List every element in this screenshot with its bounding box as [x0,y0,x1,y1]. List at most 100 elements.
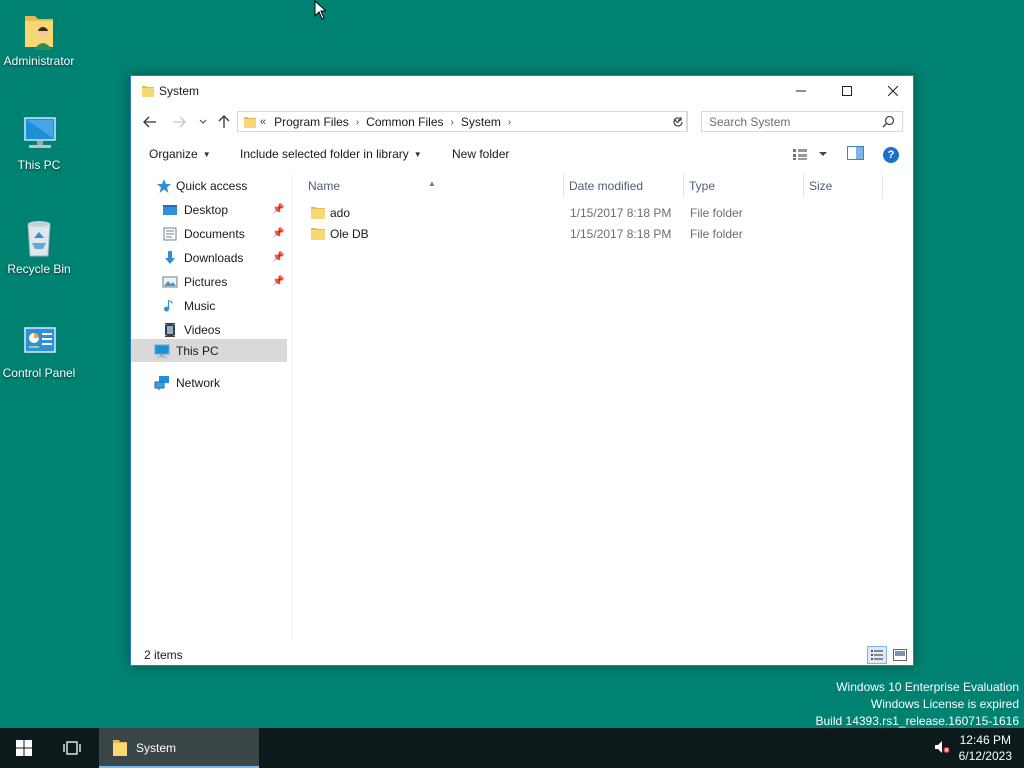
recent-locations-button[interactable] [193,112,213,132]
desktop-icon-recycle-bin[interactable]: Recycle Bin [0,218,79,276]
include-in-library-button[interactable]: Include selected folder in library ▼ [240,147,422,161]
address-bar[interactable]: « Program Files › Common Files › System … [237,111,687,132]
file-explorer-window[interactable]: System « Program Files › Common Files › … [130,75,914,666]
pin-icon[interactable]: 📌 [272,276,284,287]
refresh-button[interactable] [668,111,688,132]
minimize-button[interactable] [778,76,824,106]
preview-pane-button[interactable] [847,146,864,163]
organize-label: Organize [149,147,198,161]
nav-item-label: Pictures [184,274,228,289]
mouse-cursor-icon [314,0,328,23]
breadcrumb-item-system[interactable]: System [461,115,501,129]
desktop-icon-administrator[interactable]: Administrator [0,10,79,68]
windows-logo-icon [16,740,32,756]
desktop-icon-label: Administrator [3,54,75,68]
search-box[interactable] [701,111,903,132]
pin-icon[interactable]: 📌 [272,252,284,263]
nav-item-label: Quick access [176,178,248,193]
column-header-label: Date modified [569,179,644,193]
search-icon[interactable] [882,115,895,131]
column-header-label: Size [809,179,833,193]
taskbar-app-label: System [136,741,177,755]
computer-icon [19,114,59,154]
nav-item-label: Videos [184,322,221,337]
nav-item-videos[interactable]: Videos [131,318,287,341]
system-clock[interactable]: 12:46 PM 6/12/2023 [959,732,1012,764]
music-note-icon [164,299,173,311]
column-header-name[interactable]: Name ▲ [292,174,563,198]
desktop-icon-control-panel[interactable]: Control Panel [0,322,79,380]
folder-icon [113,740,127,756]
maximize-button[interactable] [824,76,870,106]
file-row[interactable]: Ole DB 1/15/2017 8:18 PM File folder [292,223,882,244]
pin-icon[interactable]: 📌 [272,228,284,239]
new-folder-button[interactable]: New folder [452,147,509,161]
network-icon [154,375,169,390]
column-header-size[interactable]: Size [804,174,882,198]
start-button[interactable] [0,728,48,768]
nav-item-quick-access[interactable]: Quick access [131,174,287,197]
taskbar-app-file-explorer[interactable]: System [99,728,259,768]
volume-muted-icon[interactable] [934,740,950,757]
file-type: File folder [690,227,743,241]
caret-down-icon: ▼ [413,150,422,159]
folder-icon [243,115,257,132]
chevron-right-icon[interactable]: › [356,117,359,128]
file-type: File folder [690,206,743,220]
desktop-icon-label: Recycle Bin [7,262,71,276]
nav-item-network[interactable]: Network [131,371,287,394]
desktop-icon-this-pc[interactable]: This PC [0,114,79,172]
folder-icon [311,207,325,219]
sort-ascending-icon: ▲ [428,179,436,188]
pictures-icon [162,276,178,287]
nav-item-label: Downloads [184,250,244,265]
nav-item-pictures[interactable]: Pictures 📌 [131,270,287,293]
organize-button[interactable]: Organize ▼ [149,147,211,161]
back-button[interactable] [140,112,160,132]
folder-icon [141,84,155,101]
download-arrow-icon [165,250,175,264]
nav-item-label: Desktop [184,202,229,217]
item-count: 2 items [144,648,183,662]
column-divider[interactable] [882,174,883,198]
close-button[interactable] [870,76,916,106]
nav-item-music[interactable]: Music [131,294,287,317]
watermark-license: Windows License is expired [870,697,1019,711]
pin-icon[interactable]: 📌 [272,204,284,215]
file-date: 1/15/2017 8:18 PM [570,227,672,241]
breadcrumb: « Program Files › Common Files › System … [260,115,518,129]
chevron-right-icon[interactable]: › [451,117,454,128]
video-film-icon [165,322,175,337]
nav-item-label: Network [176,375,221,390]
user-folder-icon [19,10,59,50]
task-view-icon [63,741,81,755]
breadcrumb-overflow[interactable]: « [260,116,266,128]
window-title: System [159,84,200,98]
task-view-button[interactable] [48,728,96,768]
nav-item-downloads[interactable]: Downloads 📌 [131,246,287,269]
column-header-type[interactable]: Type [684,174,803,198]
desktop-icon-label: This PC [17,158,61,172]
title-bar[interactable]: System [131,76,913,106]
computer-icon [154,344,170,358]
nav-item-documents[interactable]: Documents 📌 [131,222,287,245]
folder-icon [311,228,325,240]
file-row[interactable]: ado 1/15/2017 8:18 PM File folder [292,202,882,223]
command-bar: Organize ▼ Include selected folder in lib… [131,142,913,168]
search-input[interactable] [709,114,879,129]
large-icons-view-button[interactable] [890,646,910,664]
forward-button[interactable] [169,112,189,132]
nav-item-this-pc[interactable]: This PC [131,339,287,362]
clock-date: 6/12/2023 [958,749,1012,763]
column-header-date-modified[interactable]: Date modified [564,174,683,198]
control-panel-icon [19,322,59,362]
chevron-right-icon[interactable]: › [508,117,511,128]
nav-item-desktop[interactable]: Desktop 📌 [131,198,287,221]
breadcrumb-item-program-files[interactable]: Program Files [274,115,349,129]
up-button[interactable] [214,112,234,132]
details-view-button[interactable] [867,646,887,664]
file-list-pane[interactable]: Name ▲ Date modified Type Size ado 1/15/… [291,174,914,641]
change-view-button[interactable] [792,146,832,165]
help-button[interactable]: ? [883,147,899,163]
breadcrumb-item-common-files[interactable]: Common Files [366,115,443,129]
